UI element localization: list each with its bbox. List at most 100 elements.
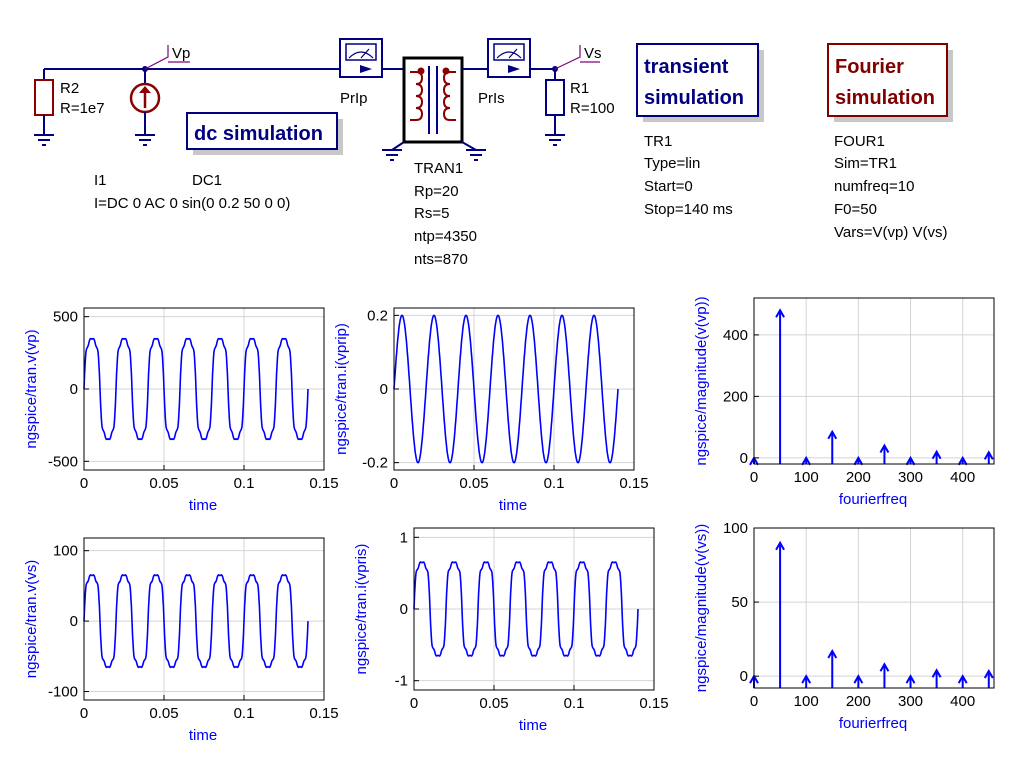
tran1-rs: Rs=5 — [414, 205, 449, 222]
chart-fourier-vp[interactable]: 0 100 200 300 400 0 200 400 fourierfreq ngspice/m… — [693, 296, 995, 508]
y-axis-label: ngspice/tran.v(vs) — [23, 560, 40, 678]
x-tick-label: 0.1 — [544, 475, 565, 492]
x-tick-label: 0.05 — [459, 475, 488, 492]
y-tick-label: 0 — [740, 668, 748, 685]
transient-simulation-block[interactable]: transient simulation TR1 Type=lin Start=… — [636, 43, 764, 218]
x-tick-label: 0 — [410, 695, 418, 712]
transient-type: Type=lin — [644, 155, 700, 172]
i1-params: I=DC 0 AC 0 sin(0 0.2 50 0 0) — [94, 195, 290, 212]
fourier-title-line2: simulation — [835, 87, 935, 109]
x-tick-label: 0.15 — [619, 475, 648, 492]
transient-stop: Stop=140 ms — [644, 201, 733, 218]
tran1-rp: Rp=20 — [414, 183, 459, 200]
fourier-numfreq: numfreq=10 — [834, 178, 914, 195]
schematic-canvas: Vp Vs R2 R=1e7 I1 I=DC 0 AC 0 sin(0 0.2 … — [23, 38, 995, 744]
wires — [43, 68, 556, 84]
x-axis-label: time — [189, 727, 217, 744]
resistor-r2[interactable]: R2 R=1e7 — [34, 79, 105, 146]
y-tick-label: 0.2 — [367, 307, 388, 324]
fourier-title-line1: Fourier — [835, 56, 904, 78]
x-tick-label: 100 — [794, 693, 819, 710]
x-tick-label: 0 — [750, 469, 758, 486]
x-tick-label: 0 — [80, 475, 88, 492]
chart-tran-ivprip[interactable]: 0 0.05 0.1 0.15-0.200.2timengspice/tran.i(v… — [333, 307, 649, 514]
probe-secondary-name: PrIs — [478, 90, 505, 107]
x-tick-label: 0.15 — [639, 695, 668, 712]
plot-area — [84, 538, 324, 700]
y-axis-label: ngspice/magnitude(v(vp)) — [693, 296, 710, 465]
y-tick-label: 100 — [723, 520, 748, 537]
current-probe-primary[interactable]: PrIp — [339, 38, 404, 107]
x-axis-label: time — [499, 497, 527, 514]
transient-start: Start=0 — [644, 178, 693, 195]
node-label-vp[interactable]: Vp — [144, 45, 190, 70]
dc-simulation-block[interactable]: dc simulation DC1 — [186, 112, 343, 189]
transformer-tran1[interactable]: TRAN1 Rp=20 Rs=5 ntp=4350 nts=870 — [382, 56, 486, 268]
y-tick-label: 50 — [731, 594, 748, 611]
chart-tran-ivpris[interactable]: 0 0.05 0.1 0.15-101timengspice/tran.i(vpris… — [353, 527, 669, 734]
y-axis-label: ngspice/tran.i(vprip) — [333, 323, 350, 455]
fourier-vars: Vars=V(vp) V(vs) — [834, 224, 948, 241]
chart-tran-vs[interactable]: 0 0.05 0.1 0.15-1000100timengspice/tran.v(v… — [23, 537, 339, 744]
fourier-simulation-block[interactable]: Fourier simulation FOUR1 Sim=TR1 numfreq… — [827, 43, 953, 241]
ground-icon — [135, 134, 155, 146]
x-tick-label: 0.1 — [564, 695, 585, 712]
plot-area — [754, 298, 994, 464]
x-tick-label: 400 — [950, 693, 975, 710]
y-tick-label: -0.2 — [362, 455, 388, 472]
x-tick-label: 0 — [80, 705, 88, 722]
transient-name: TR1 — [644, 133, 672, 150]
i1-name: I1 — [94, 172, 107, 189]
x-tick-label: 0.05 — [149, 475, 178, 492]
r2-name: R2 — [60, 80, 79, 97]
plot-area — [754, 528, 994, 688]
ground-icon — [34, 134, 54, 146]
transient-title-line2: simulation — [644, 87, 744, 109]
tran1-nts: nts=870 — [414, 251, 468, 268]
x-tick-label: 0.15 — [309, 705, 338, 722]
y-tick-label: 200 — [723, 388, 748, 405]
tran1-ntp: ntp=4350 — [414, 228, 477, 245]
node-label-vs[interactable]: Vs — [554, 45, 602, 70]
dc-sim-name: DC1 — [192, 172, 222, 189]
ground-icon — [545, 134, 565, 146]
fourier-name: FOUR1 — [834, 133, 885, 150]
chart-fourier-vs[interactable]: 0 100 200 300 400 0 50 100 fourierfreq ngspice/ma… — [693, 520, 995, 732]
current-probe-secondary[interactable]: PrIs — [462, 38, 531, 107]
x-tick-label: 300 — [898, 693, 923, 710]
x-axis-label: fourierfreq — [839, 715, 907, 732]
y-tick-label: 0 — [70, 613, 78, 630]
y-axis-label: ngspice/magnitude(v(vs)) — [693, 524, 710, 692]
fourier-sim: Sim=TR1 — [834, 155, 897, 172]
r1-name: R1 — [570, 80, 589, 97]
x-tick-label: 100 — [794, 469, 819, 486]
x-axis-label: time — [519, 717, 547, 734]
x-tick-label: 300 — [898, 469, 923, 486]
dc-sim-title: dc simulation — [194, 123, 323, 145]
x-tick-label: 200 — [846, 469, 871, 486]
r1-value: R=100 — [570, 100, 615, 117]
x-tick-label: 0.05 — [149, 705, 178, 722]
x-axis-label: fourierfreq — [839, 491, 907, 508]
node-vp-text: Vp — [172, 45, 190, 62]
r2-value: R=1e7 — [60, 100, 105, 117]
ground-icon — [382, 149, 486, 161]
y-tick-label: 100 — [53, 543, 78, 560]
y-tick-label: 0 — [400, 601, 408, 618]
x-axis-label: time — [189, 497, 217, 514]
y-axis-label: ngspice/tran.v(vp) — [23, 329, 40, 448]
y-tick-label: -1 — [395, 673, 408, 690]
x-tick-label: 0.1 — [234, 475, 255, 492]
fourier-f0: F0=50 — [834, 201, 877, 218]
x-tick-label: 0 — [390, 475, 398, 492]
x-tick-label: 200 — [846, 693, 871, 710]
resistor-r1[interactable]: R1 R=100 — [545, 79, 615, 146]
chart-tran-vp[interactable]: 0 0.05 0.1 0.15-5000500timengspice/tran.v(v… — [23, 307, 339, 514]
y-tick-label: 0 — [740, 450, 748, 467]
transient-title-line1: transient — [644, 56, 729, 78]
y-tick-label: 0 — [380, 381, 388, 398]
y-tick-label: 0 — [70, 381, 78, 398]
x-tick-label: 0.05 — [479, 695, 508, 712]
y-tick-label: -500 — [48, 453, 78, 470]
x-tick-label: 0.15 — [309, 475, 338, 492]
